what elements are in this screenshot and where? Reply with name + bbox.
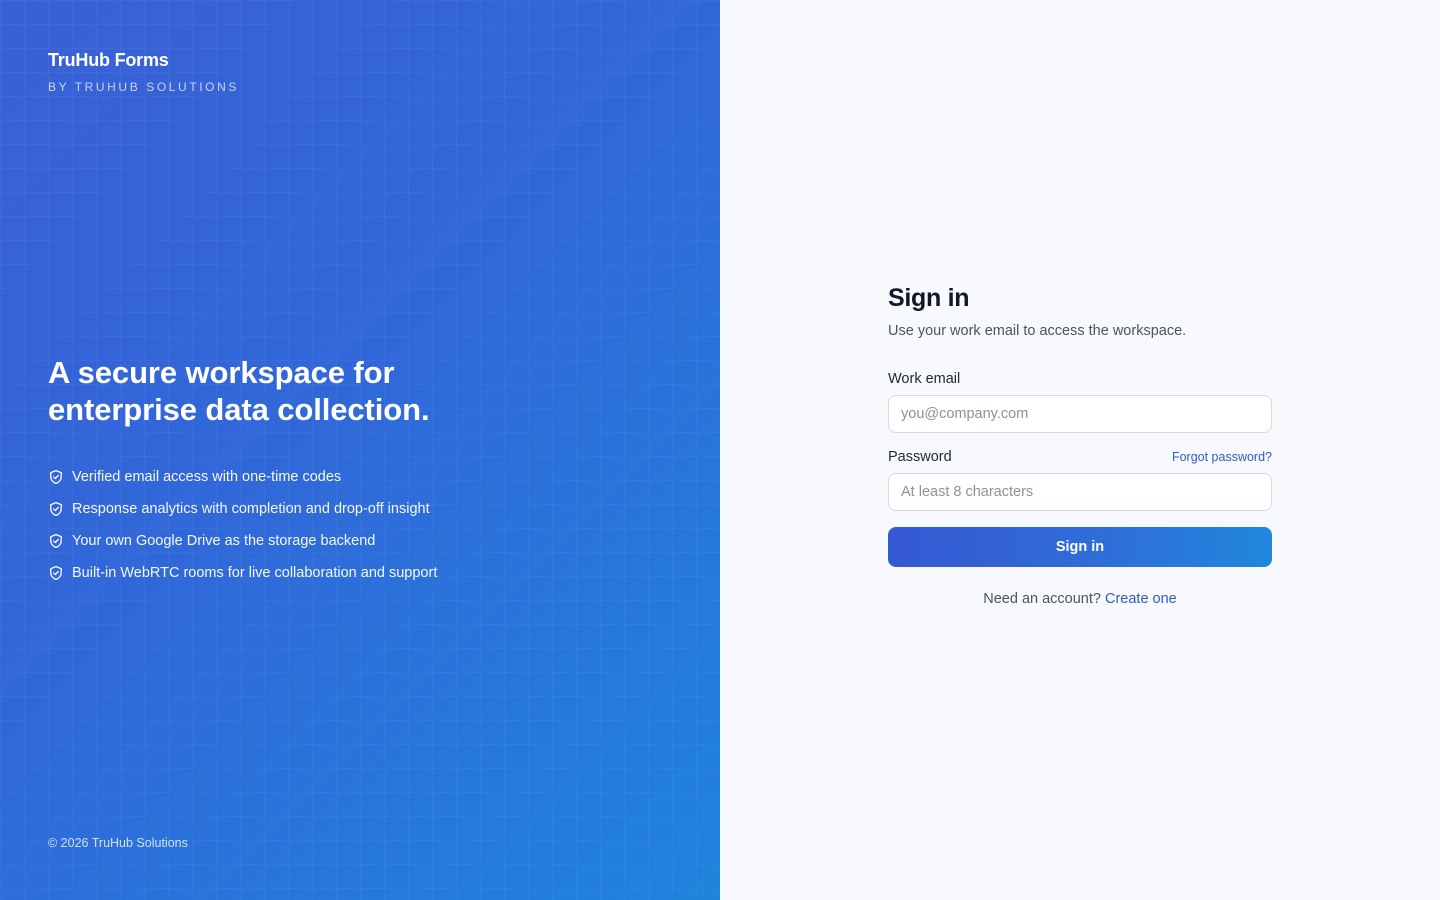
brand-tagline: BY TRUHUB SOLUTIONS [48,80,239,94]
feature-item: Built-in WebRTC rooms for live collabora… [48,557,608,589]
signin-panel: Sign in Use your work email to access th… [720,0,1440,900]
feature-label: Verified email access with one-time code… [72,469,342,485]
feature-item: Response analytics with completion and d… [48,493,608,525]
feature-list: Verified email access with one-time code… [48,461,608,589]
hero-section: A secure workspace for enterprise data c… [48,354,608,589]
signin-title: Sign in [888,284,970,312]
shield-check-icon [48,469,64,485]
brand-name: TruHub Forms [48,50,169,70]
password-label-row: Password Forgot password? [888,449,1272,465]
brand-block: TruHub Forms BY TRUHUB SOLUTIONS [48,50,239,94]
signup-prompt: Need an account? [983,591,1101,607]
hero-title-line-1: A secure workspace for [48,355,395,390]
email-label: Work email [888,371,961,387]
feature-label: Response analytics with completion and d… [72,501,430,517]
signin-form: Sign in Use your work email to access th… [888,284,1272,607]
forgot-password-link[interactable]: Forgot password? [1172,450,1272,464]
shield-check-icon [48,565,64,581]
create-account-link[interactable]: Create one [1105,591,1177,607]
feature-label: Built-in WebRTC rooms for live collabora… [72,565,438,581]
feature-item: Verified email access with one-time code… [48,461,608,493]
hero-title: A secure workspace for enterprise data c… [48,354,608,428]
signin-subtitle: Use your work email to access the worksp… [888,323,1187,339]
email-label-row: Work email [888,371,1272,387]
password-label: Password [888,449,952,465]
signup-prompt-row: Need an account? Create one [888,591,1272,607]
email-input[interactable] [888,395,1272,433]
brand-panel: TruHub Forms BY TRUHUB SOLUTIONS A secur… [0,0,720,900]
password-field-group: Password Forgot password? [888,449,1272,511]
signin-button[interactable]: Sign in [888,527,1272,567]
feature-item: Your own Google Drive as the storage bac… [48,525,608,557]
email-field-group: Work email [888,371,1272,433]
copyright-text: © 2026 TruHub Solutions [48,836,188,850]
shield-check-icon [48,501,64,517]
hero-title-line-2: enterprise data collection. [48,392,430,427]
shield-check-icon [48,533,64,549]
feature-label: Your own Google Drive as the storage bac… [72,533,376,549]
password-input[interactable] [888,473,1272,511]
